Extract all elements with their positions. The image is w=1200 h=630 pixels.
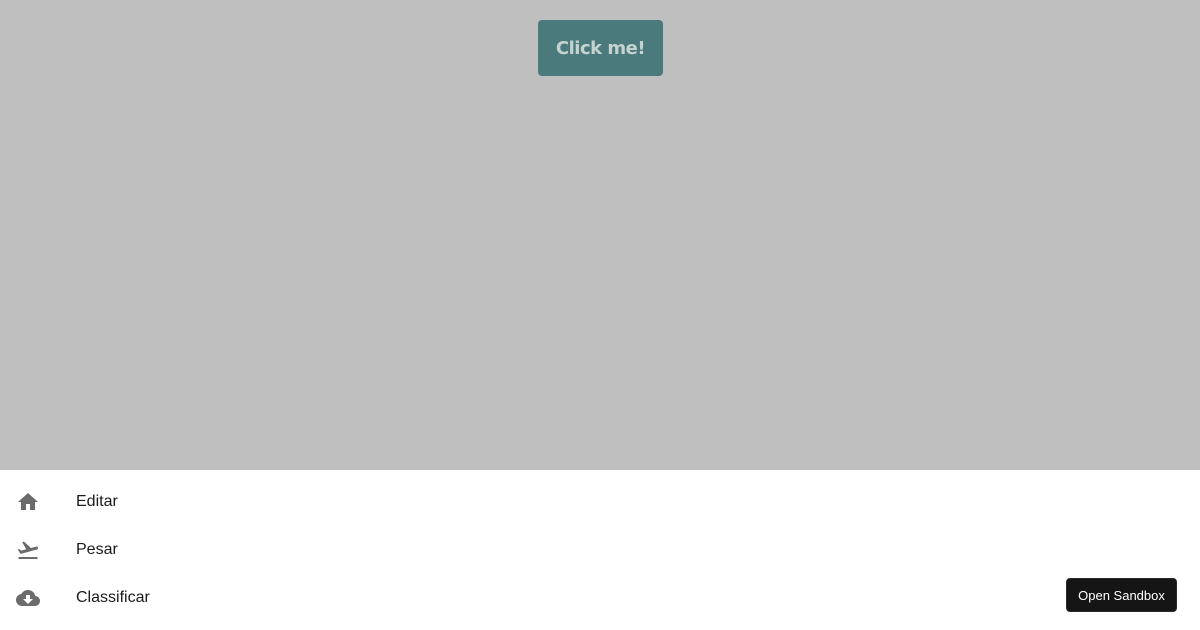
canvas-area: Click me! (0, 0, 1200, 470)
home-icon (16, 490, 40, 514)
menu-list: Editar Pesar Classificar (0, 478, 600, 622)
menu-item-classificar[interactable]: Classificar (0, 574, 600, 622)
menu-item-label: Pesar (76, 541, 118, 558)
menu-item-editar[interactable]: Editar (0, 478, 600, 526)
cloud-download-icon (16, 586, 40, 610)
click-me-button[interactable]: Click me! (538, 20, 663, 76)
menu-item-label: Editar (76, 493, 118, 510)
menu-item-label: Classificar (76, 589, 150, 606)
open-sandbox-button[interactable]: Open Sandbox (1066, 578, 1177, 612)
flight-takeoff-icon (16, 538, 40, 562)
menu-item-pesar[interactable]: Pesar (0, 526, 600, 574)
